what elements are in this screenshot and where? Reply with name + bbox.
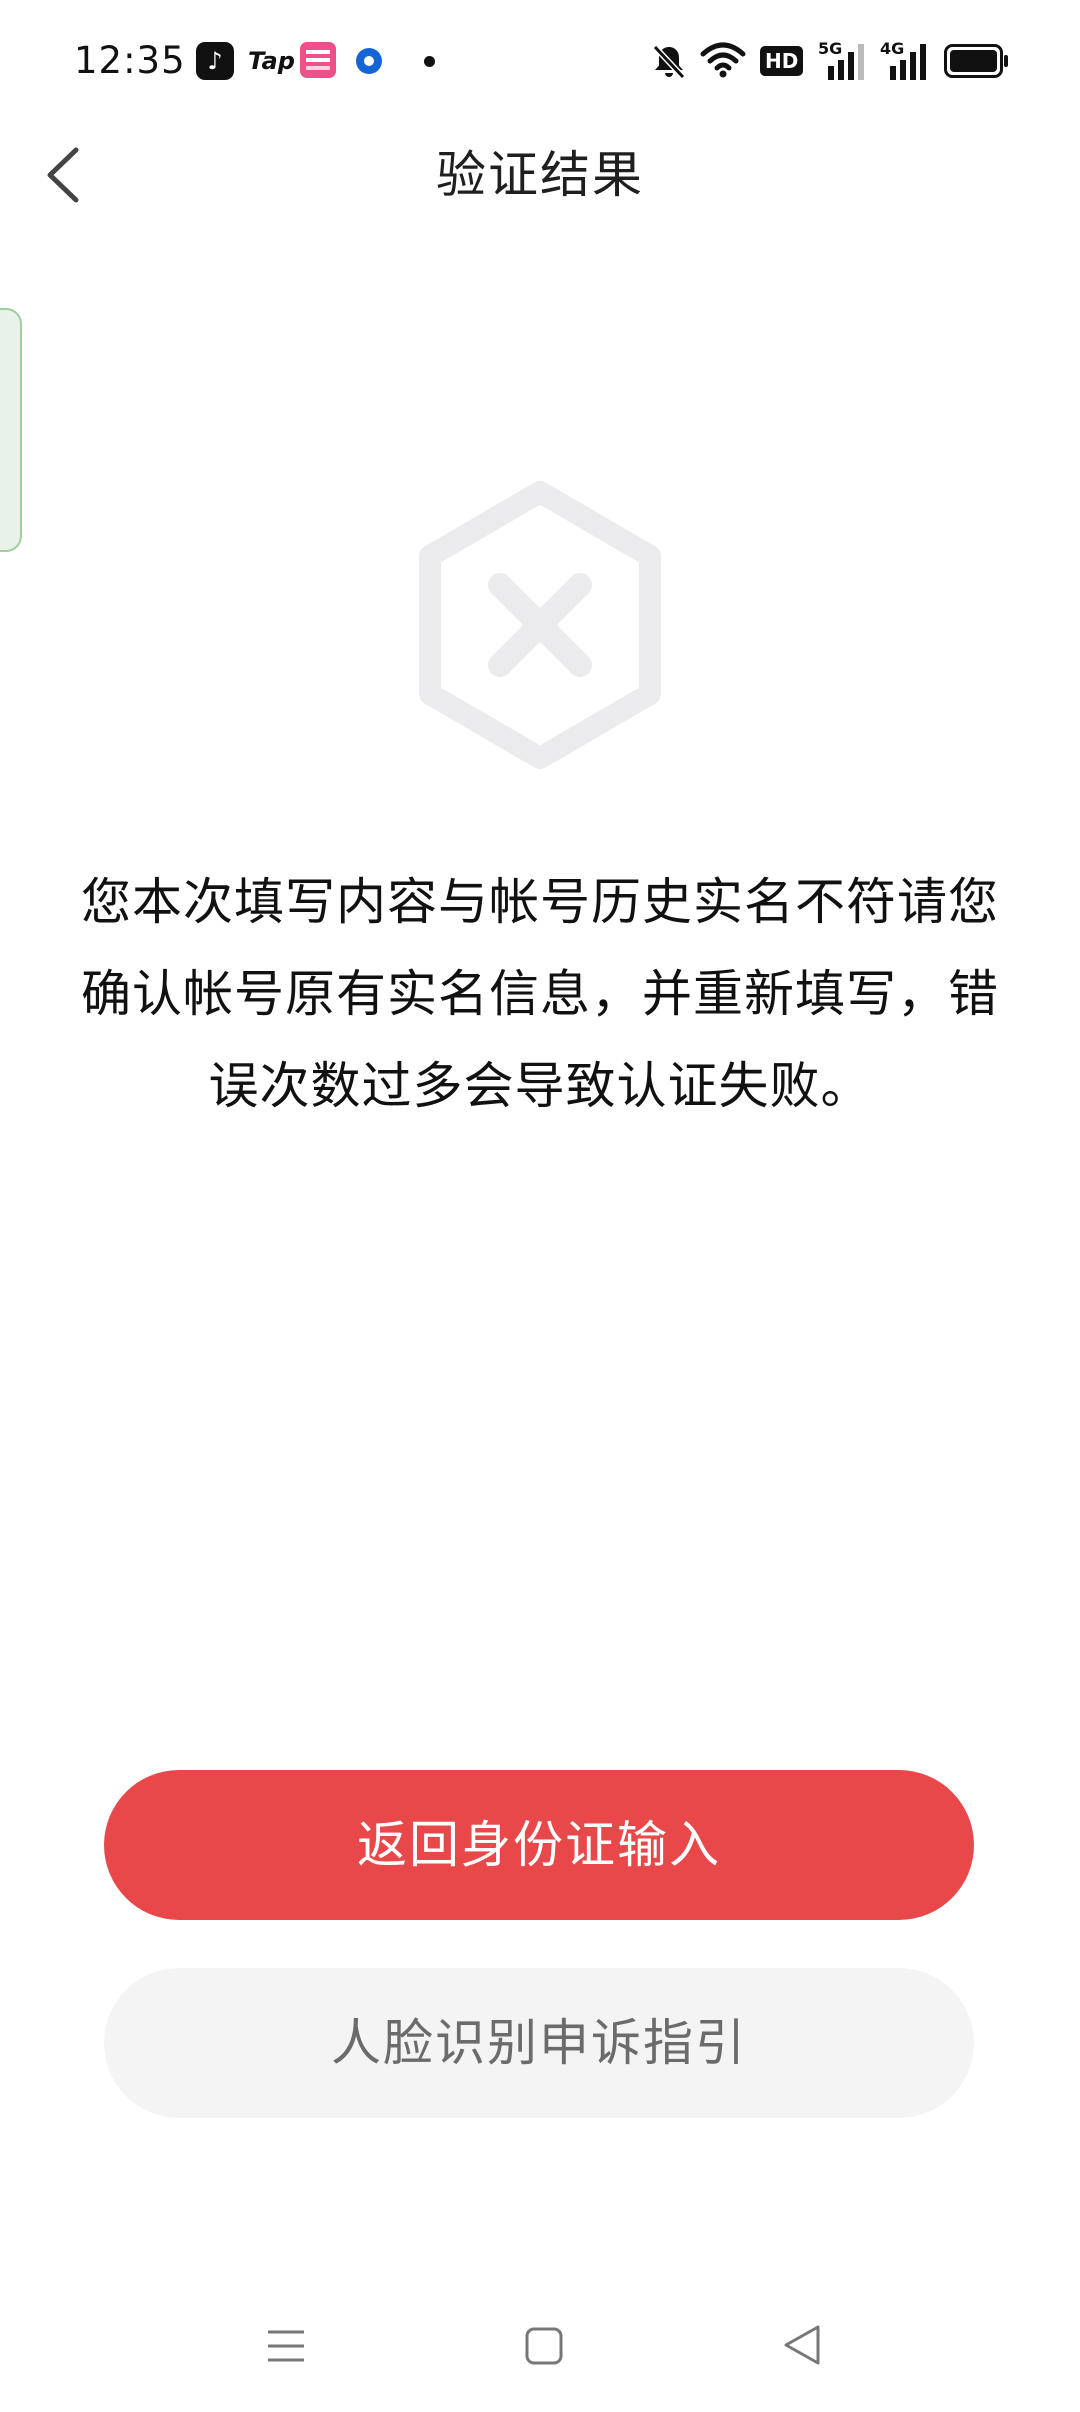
verification-result-page: 12:35 ♪ Tap HD 5G 4G 验证结果 您本次填写内容与帐号历史实名… — [0, 0, 1080, 2412]
tiktok-icon: ♪ — [196, 42, 234, 80]
vip-app-icon — [300, 42, 336, 78]
back-triangle-icon[interactable] — [782, 2324, 822, 2366]
blue-circle-app-icon — [356, 48, 382, 74]
face-appeal-guide-button[interactable]: 人脸识别申诉指引 — [104, 1968, 974, 2118]
notification-dot-icon — [424, 56, 435, 67]
status-bar: 12:35 ♪ Tap HD 5G 4G — [0, 0, 1080, 124]
floating-edge-tab[interactable] — [0, 308, 22, 552]
signal-5g-icon: 5G — [818, 39, 864, 80]
mute-icon — [652, 44, 686, 80]
home-square-icon[interactable] — [524, 2326, 564, 2366]
battery-icon — [944, 44, 1008, 78]
hexagon-x-icon — [419, 481, 661, 769]
tap-icon: Tap — [248, 47, 295, 75]
menu-icon[interactable] — [266, 2326, 306, 2366]
return-id-input-button[interactable]: 返回身份证输入 — [104, 1770, 974, 1920]
signal-4g-label: 4G — [880, 39, 904, 58]
page-title: 验证结果 — [436, 146, 644, 204]
hd-icon: HD — [760, 46, 804, 76]
status-time: 12:35 — [74, 39, 186, 82]
signal-5g-label: 5G — [818, 39, 842, 58]
result-message: 您本次填写内容与帐号历史实名不符请您确认帐号原有实名信息，并重新填写，错误次数过… — [81, 873, 999, 1115]
wifi-icon — [700, 42, 746, 78]
signal-4g-icon: 4G — [880, 39, 926, 80]
